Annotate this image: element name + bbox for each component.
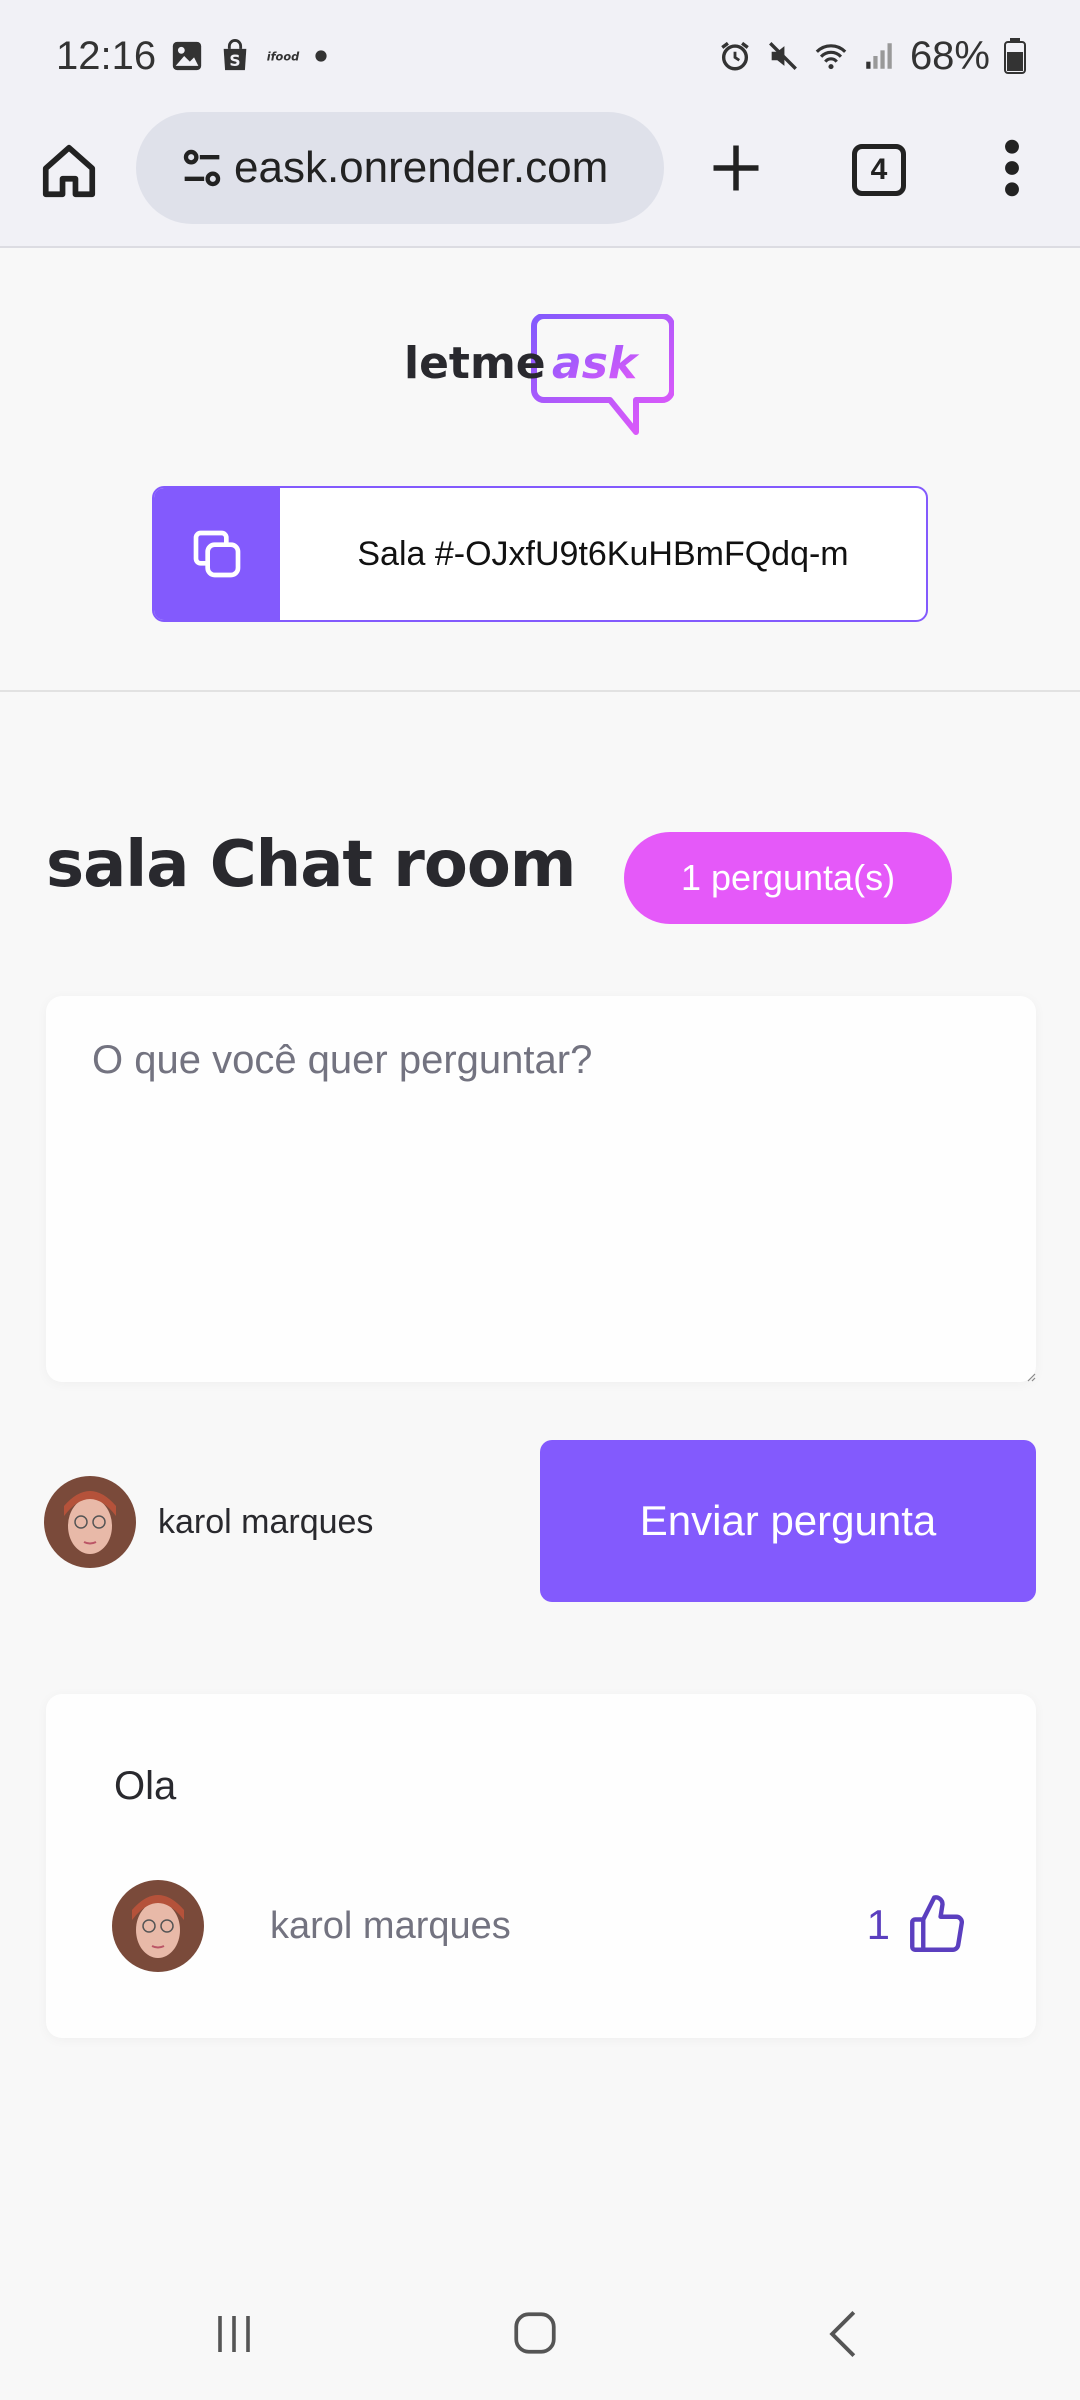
mute-icon	[768, 42, 797, 70]
room-code-button[interactable]: Sala #-OJxfU9t6KuHBmFQdq-m	[152, 486, 928, 622]
tab-switcher-button[interactable]: 4	[852, 144, 906, 196]
like-button[interactable]: 1	[867, 1892, 970, 1958]
more-vert-icon[interactable]	[992, 136, 1032, 200]
alarm-icon	[721, 41, 749, 71]
avatar-image	[44, 1476, 136, 1568]
svg-text:ifood: ifood	[267, 49, 300, 63]
battery-percent: 68%	[909, 33, 990, 78]
status-bar: 12:16 S ifood 68%	[0, 0, 1080, 112]
author-name: karol marques	[270, 1904, 511, 1947]
letmeask-logo: letme ask	[404, 314, 674, 435]
shopping-bag-icon: S	[223, 39, 247, 71]
avatar-image	[112, 1880, 204, 1972]
ifood-icon: ifood	[267, 49, 300, 63]
question-card: Ola karol marques 1	[46, 1694, 1036, 2038]
copy-icon-container[interactable]	[154, 488, 280, 620]
recents-icon[interactable]	[210, 2310, 258, 2358]
send-question-button[interactable]: Enviar pergunta	[540, 1440, 1036, 1602]
dot-icon	[315, 50, 327, 62]
question-author: karol marques	[112, 1880, 511, 1972]
home-icon[interactable]	[38, 140, 100, 202]
browser-toolbar: eask.onrender.com 4	[0, 112, 1080, 248]
question-textarea[interactable]	[46, 996, 1036, 1382]
question-content: Ola	[114, 1764, 177, 1808]
current-user: karol marques	[44, 1476, 373, 1568]
home-nav-icon[interactable]	[510, 2308, 560, 2358]
wifi-icon	[815, 44, 847, 70]
room-code-text: Sala #-OJxfU9t6KuHBmFQdq-m	[357, 534, 849, 573]
battery-icon	[1004, 38, 1026, 74]
url-text: eask.onrender.com	[234, 143, 609, 192]
image-icon	[172, 41, 202, 71]
avatar	[44, 1476, 136, 1568]
thumbs-up-icon[interactable]	[904, 1892, 970, 1958]
avatar	[112, 1880, 204, 1972]
signal-icon	[866, 43, 892, 69]
address-bar[interactable]: eask.onrender.com	[136, 112, 664, 224]
copy-icon	[193, 530, 241, 578]
question-count-badge: 1 pergunta(s)	[624, 832, 952, 924]
back-icon[interactable]	[820, 2308, 866, 2360]
site-info-icon[interactable]	[176, 142, 228, 194]
logo-text-ask: ask	[552, 338, 640, 389]
app-header: letme ask Sala #-OJxfU9t6KuHBmFQdq-m	[0, 250, 1080, 692]
status-time: 12:16	[56, 33, 157, 78]
like-count: 1	[866, 1901, 890, 1948]
plus-icon[interactable]	[706, 138, 766, 198]
room-title: sala Chat room	[46, 828, 576, 902]
resize-grip-icon[interactable]	[1026, 1372, 1036, 1382]
logo-text-letme: letme	[404, 338, 546, 389]
system-nav-bar	[0, 2268, 1080, 2400]
svg-text:S: S	[229, 52, 240, 70]
user-name: karol marques	[158, 1502, 374, 1541]
